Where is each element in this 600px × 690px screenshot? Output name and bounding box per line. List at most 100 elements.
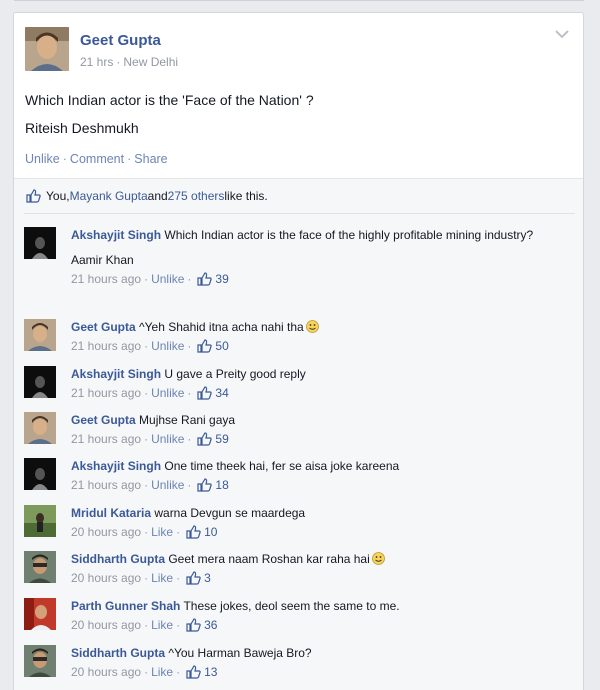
comment-like-link[interactable]: Unlike <box>151 477 184 493</box>
comment-like-count[interactable]: 59 <box>215 431 228 447</box>
comment-line: Mridul Kataria warna Devgun se maardega <box>71 505 556 521</box>
commenter-name[interactable]: Siddharth Gupta <box>71 552 165 566</box>
comment-body: Siddharth Gupta Geet mera naam Roshan ka… <box>71 551 556 586</box>
commenter-avatar[interactable] <box>24 505 56 537</box>
comment-like-link[interactable]: Unlike <box>151 338 184 354</box>
comment-link[interactable]: Comment <box>70 152 124 166</box>
action-dot: · <box>62 152 67 166</box>
comment-time[interactable]: 21 hours ago <box>71 477 141 493</box>
comment-like-count[interactable]: 39 <box>215 271 228 287</box>
unlike-link[interactable]: Unlike <box>25 152 60 166</box>
comment-like-count[interactable]: 3 <box>204 570 211 586</box>
commenter-avatar[interactable] <box>24 598 56 630</box>
comment-like-link[interactable]: Unlike <box>151 431 184 447</box>
like-thumb-icon <box>26 189 41 203</box>
comment-time[interactable]: 20 hours ago <box>71 664 141 680</box>
comment-like-link[interactable]: Like <box>151 664 173 680</box>
commenter-name[interactable]: Geet Gupta <box>71 413 136 427</box>
comment-time[interactable]: 21 hours ago <box>71 385 141 401</box>
like-thumb-icon[interactable] <box>197 339 213 353</box>
comment-text: Which Indian actor is the face of the hi… <box>161 228 534 242</box>
commenter-name[interactable]: Geet Gupta <box>71 320 136 334</box>
likes-others[interactable]: 275 others <box>168 189 225 203</box>
post-actions: Unlike · Comment · Share <box>25 152 168 166</box>
comment-like-link[interactable]: Unlike <box>151 271 184 287</box>
commenter-avatar[interactable] <box>24 319 56 351</box>
comment-like-link[interactable]: Like <box>151 617 173 633</box>
commenter-avatar[interactable] <box>24 458 56 490</box>
meta-dot: · <box>187 386 192 400</box>
meta-dot: · <box>187 478 192 492</box>
commenter-avatar[interactable] <box>24 227 56 259</box>
meta-dot: · <box>144 272 149 286</box>
comment-line: Akshayjit Singh One time theek hai, fer … <box>71 458 556 474</box>
comment-line: Geet Gupta ^Yeh Shahid itna acha nahi th… <box>71 319 556 335</box>
comment-like-count[interactable]: 50 <box>215 338 228 354</box>
likes-prefix: You, <box>46 189 70 203</box>
meta-dot: · <box>144 478 149 492</box>
comment-like-count[interactable]: 34 <box>215 385 228 401</box>
commenter-name[interactable]: Mridul Kataria <box>71 506 151 520</box>
like-thumb-icon[interactable] <box>186 525 201 539</box>
comment-meta: 20 hours ago · Like · 10 <box>71 524 556 540</box>
likes-friend[interactable]: Mayank Gupta <box>70 189 148 203</box>
comment-text: warna Devgun se maardega <box>151 506 306 520</box>
commenter-avatar[interactable] <box>24 645 56 677</box>
commenter-name[interactable]: Siddharth Gupta <box>71 646 165 660</box>
commenter-name[interactable]: Akshayjit Singh <box>71 459 161 473</box>
likes-middle: and <box>147 189 168 203</box>
like-thumb-icon[interactable] <box>186 665 201 679</box>
like-thumb-icon[interactable] <box>197 432 213 446</box>
comment-time[interactable]: 21 hours ago <box>71 338 141 354</box>
likes-suffix: like this. <box>224 189 268 203</box>
meta-dot: · <box>144 665 149 679</box>
comment-text: ^Yeh Shahid itna acha nahi tha <box>135 320 304 334</box>
share-link[interactable]: Share <box>134 152 167 166</box>
like-thumb-icon[interactable] <box>186 571 201 585</box>
comment-time[interactable]: 20 hours ago <box>71 617 141 633</box>
comments-section: You, Mayank Gupta and 275 others like th… <box>14 178 583 690</box>
author-avatar[interactable] <box>25 27 69 71</box>
post-author-name[interactable]: Geet Gupta <box>80 32 161 49</box>
comment-time[interactable]: 20 hours ago <box>71 570 141 586</box>
comment-line: Akshayjit Singh U gave a Preity good rep… <box>71 366 556 382</box>
post-time[interactable]: 21 hrs <box>80 55 113 69</box>
commenter-avatar[interactable] <box>24 366 56 398</box>
meta-dot: · <box>176 525 181 539</box>
comment-body: Parth Gunner Shah These jokes, deol seem… <box>71 598 556 633</box>
comment-meta: 21 hours ago · Unlike · 50 <box>71 338 556 354</box>
comment-body: Geet Gupta ^Yeh Shahid itna acha nahi th… <box>71 319 556 354</box>
chevron-down-icon[interactable] <box>555 29 569 39</box>
comment-body: Siddharth Gupta ^You Harman Baweja Bro? 2… <box>71 645 556 680</box>
comment-like-count[interactable]: 13 <box>204 664 217 680</box>
like-thumb-icon[interactable] <box>186 618 201 632</box>
comment-time[interactable]: 21 hours ago <box>71 271 141 287</box>
comment-text: U gave a Preity good reply <box>161 367 306 381</box>
comment-text: ^You Harman Baweja Bro? <box>165 646 312 660</box>
meta-dot: · <box>144 339 149 353</box>
like-thumb-icon[interactable] <box>197 272 213 286</box>
commenter-avatar[interactable] <box>24 551 56 583</box>
comment-like-link[interactable]: Unlike <box>151 385 184 401</box>
comment-like-count[interactable]: 18 <box>215 477 228 493</box>
commenter-name[interactable]: Akshayjit Singh <box>71 228 161 242</box>
comment-like-link[interactable]: Like <box>151 570 173 586</box>
action-dot: · <box>127 152 132 166</box>
comment-meta: 20 hours ago · Like · 36 <box>71 617 556 633</box>
like-thumb-icon[interactable] <box>197 386 213 400</box>
post-location[interactable]: New Delhi <box>123 55 178 69</box>
commenter-name[interactable]: Akshayjit Singh <box>71 367 161 381</box>
comment-like-count[interactable]: 36 <box>204 617 217 633</box>
smile-icon <box>371 552 385 565</box>
like-thumb-icon[interactable] <box>197 478 213 492</box>
meta-dot: · <box>176 618 181 632</box>
commenter-name[interactable]: Parth Gunner Shah <box>71 599 180 613</box>
comment-body: Akshayjit Singh U gave a Preity good rep… <box>71 366 556 401</box>
comment-time[interactable]: 20 hours ago <box>71 524 141 540</box>
comment-body: Geet Gupta Mujhse Rani gaya 21 hours ago ·… <box>71 412 556 447</box>
comment-time[interactable]: 21 hours ago <box>71 431 141 447</box>
comment-like-link[interactable]: Like <box>151 524 173 540</box>
meta-dot: · <box>187 339 192 353</box>
comment-like-count[interactable]: 10 <box>204 524 217 540</box>
commenter-avatar[interactable] <box>24 412 56 444</box>
